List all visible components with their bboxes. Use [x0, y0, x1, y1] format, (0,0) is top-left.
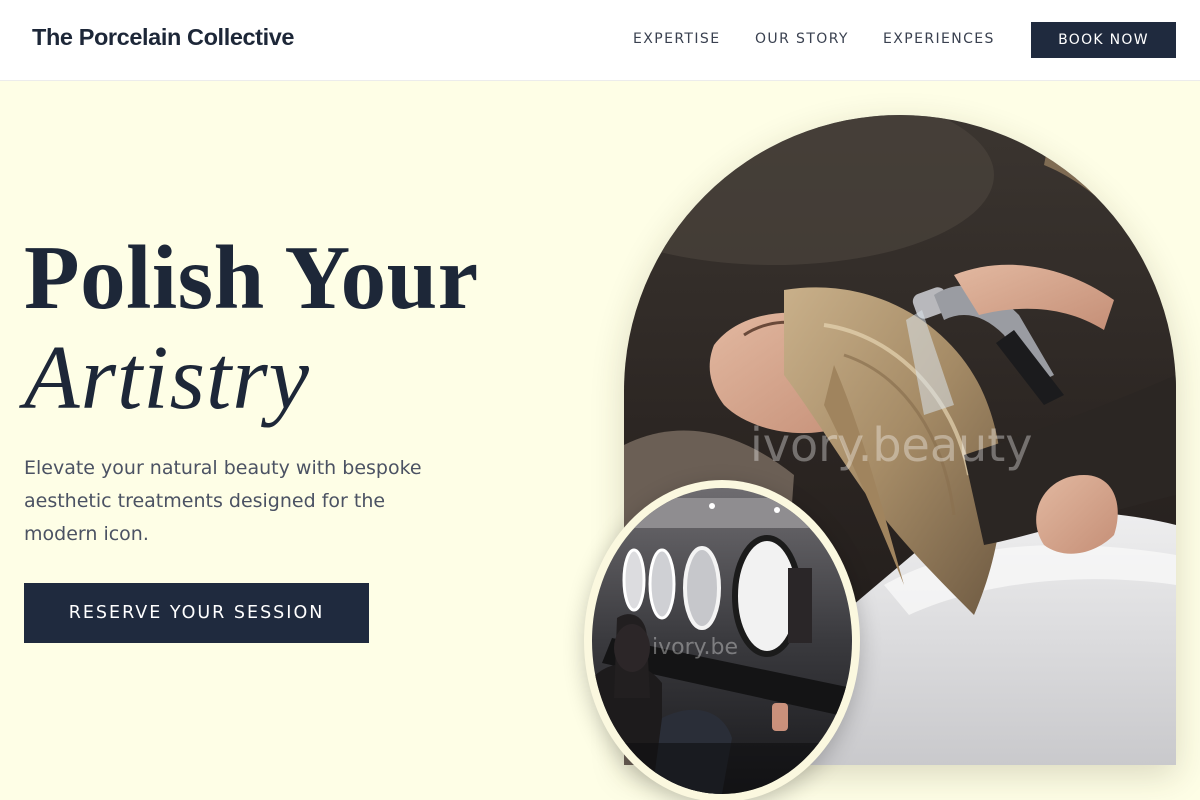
hero-title-line2: Artistry	[24, 327, 311, 428]
inset-image-frame: ivory.be	[584, 480, 860, 800]
inset-watermark: ivory.be	[652, 635, 738, 660]
reserve-session-button[interactable]: RESERVE YOUR SESSION	[24, 583, 369, 643]
book-now-button[interactable]: BOOK NOW	[1031, 22, 1176, 58]
nav-experiences[interactable]: EXPERIENCES	[883, 31, 995, 47]
site-header: The Porcelain Collective EXPERTISE OUR S…	[0, 0, 1200, 81]
nav-expertise[interactable]: EXPERTISE	[633, 31, 720, 47]
nav-our-story[interactable]: OUR STORY	[755, 31, 849, 47]
hero-subtitle: Elevate your natural beauty with bespoke…	[24, 457, 422, 545]
hero-title-line1: Polish Your	[24, 227, 479, 328]
salon-interior-photo: ivory.be	[592, 488, 852, 794]
main-watermark: ivory.beauty	[750, 418, 1032, 472]
brand-logo[interactable]: The Porcelain Collective	[32, 24, 294, 51]
